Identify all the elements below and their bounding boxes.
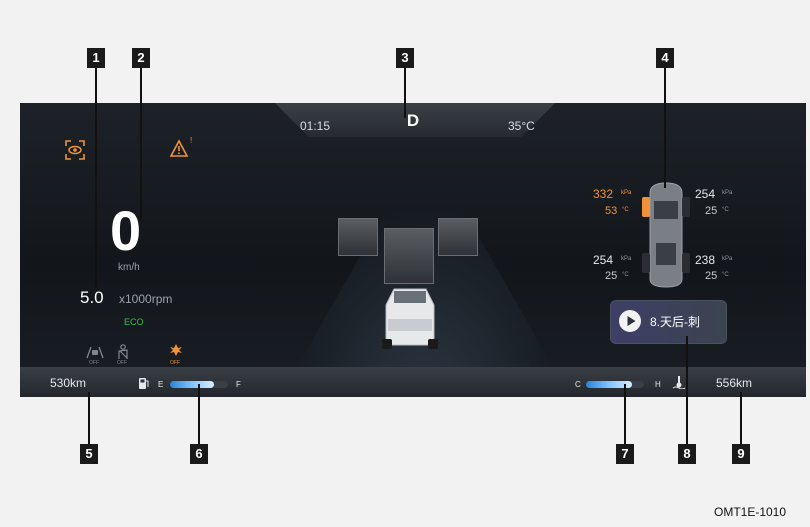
- tire-rear-right-pressure-unit: kPa: [722, 256, 733, 262]
- collision-warning-icon: [170, 344, 182, 356]
- range-right: 556km: [716, 376, 753, 390]
- play-icon[interactable]: [618, 309, 642, 333]
- callout-1: 1: [87, 48, 105, 68]
- tire-rear-right-temp-unit: °C: [722, 272, 729, 278]
- range-left: 530km: [50, 376, 87, 390]
- callout-2: 2: [132, 48, 150, 68]
- collision-warning-off-label: OFF: [170, 360, 180, 366]
- callout-5-leader: [88, 392, 90, 444]
- tire-rear-right-temp: 25: [705, 270, 718, 282]
- tire-front-right-pressure-unit: kPa: [722, 190, 733, 196]
- fuel-pump-icon: [139, 378, 149, 389]
- callout-3: 3: [396, 48, 414, 68]
- driver-monitor-icon: [65, 140, 85, 160]
- callout-4-leader: [664, 68, 666, 188]
- tire-front-left-temp: 53: [605, 205, 618, 217]
- vehicle-ahead-left: [338, 218, 378, 256]
- tire-front-right-temp-unit: °C: [722, 207, 729, 213]
- callout-6: 6: [190, 444, 208, 464]
- vehicle-ahead-center: [384, 228, 434, 284]
- warning-triangle-icon: [170, 139, 189, 157]
- callout-3-leader: [404, 68, 406, 118]
- coolant-gauge-track: [586, 381, 644, 388]
- fuel-gauge-fill: [170, 381, 214, 388]
- instrument-cluster: 01:15 D 35°C ! 0 km/h 5.0 x1000rpm ECO O…: [20, 103, 806, 397]
- callout-1-leader: [95, 68, 97, 288]
- callout-8-leader: [686, 336, 688, 444]
- speed-value: 0: [110, 199, 142, 262]
- lane-assist-icon: [86, 346, 104, 359]
- callout-4: 4: [656, 48, 674, 68]
- tire-front-right-pressure: 254: [695, 187, 716, 201]
- callout-7-leader: [624, 384, 626, 444]
- lane-assist-off-label: OFF: [89, 360, 99, 366]
- tire-rear-left-pressure: 254: [593, 253, 614, 267]
- callout-9-leader: [740, 392, 742, 444]
- media-track-title: 8.天后-刺: [650, 315, 701, 329]
- tire-front-left-pressure-unit: kPa: [621, 190, 632, 196]
- seatbelt-off-label: OFF: [117, 360, 127, 366]
- tire-rear-left-pressure-unit: kPa: [621, 256, 632, 262]
- own-car-icon: [382, 288, 438, 349]
- warning-badge: !: [190, 136, 193, 145]
- drive-mode: ECO: [124, 317, 144, 327]
- rpm-unit: x1000rpm: [119, 292, 173, 306]
- temp-cold-label: C: [575, 380, 581, 389]
- callout-6-leader: [198, 384, 200, 444]
- figure-code: OMT1E-1010: [714, 505, 787, 519]
- outside-temperature: 35°C: [508, 119, 535, 133]
- coolant-temp-icon: [672, 376, 686, 389]
- seatbelt-icon: [118, 344, 128, 359]
- tire-rear-left-temp-unit: °C: [622, 272, 629, 278]
- gear-indicator: D: [406, 111, 420, 130]
- tire-front-left-pressure: 332: [593, 187, 614, 201]
- rpm-value: 5.0: [80, 288, 104, 307]
- tire-rear-right-pressure: 238: [695, 253, 716, 267]
- tire-front-right-temp: 25: [705, 205, 718, 217]
- callout-5: 5: [80, 444, 98, 464]
- tire-front-left-temp-unit: °C: [622, 207, 629, 213]
- fuel-full-label: F: [236, 380, 241, 389]
- callout-9: 9: [732, 444, 750, 464]
- temp-hot-label: H: [655, 380, 661, 389]
- tire-car-diagram: [642, 182, 690, 288]
- vehicle-ahead-right: [438, 218, 478, 256]
- callout-2-leader: [140, 68, 142, 220]
- tire-rear-left-temp: 25: [605, 270, 618, 282]
- callout-8: 8: [678, 444, 696, 464]
- speed-unit: km/h: [118, 262, 140, 273]
- fuel-empty-label: E: [158, 380, 164, 389]
- callout-7: 7: [616, 444, 634, 464]
